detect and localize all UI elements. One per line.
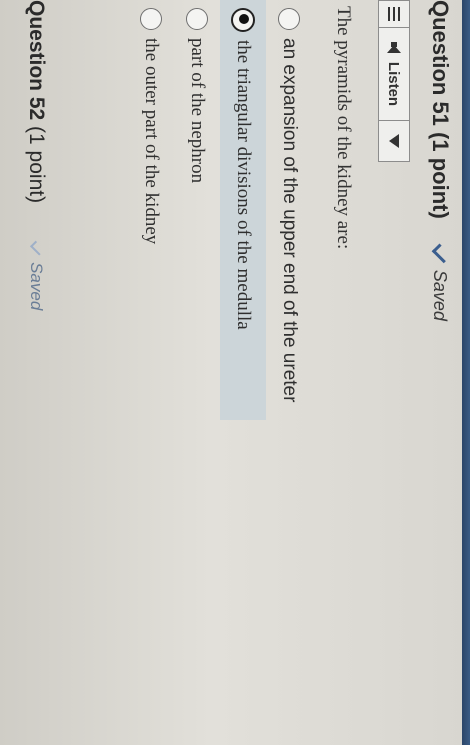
listen-dropdown-button[interactable]: [378, 120, 410, 162]
answer-option-label-2: the triangular divisions of the medulla: [233, 40, 254, 330]
answer-option-3[interactable]: part of the nephron: [174, 0, 220, 745]
question-51-points: (1 point): [428, 132, 453, 219]
quiz-page: Question 51 (1 point) Saved Listen The p…: [0, 0, 470, 745]
question-52-saved-label: Saved: [27, 262, 46, 311]
triangle-down-icon: [389, 134, 399, 148]
answer-option-label-3: part of the nephron: [187, 38, 208, 184]
question-52-header: Question 52 (1 point) Saved: [24, 0, 48, 420]
answer-option-2-selected[interactable]: the triangular divisions of the medulla: [220, 0, 266, 420]
answer-options: an expansion of the upper end of the ure…: [128, 0, 312, 745]
question-51-title: Question 51 (1 point): [427, 0, 453, 219]
checkmark-icon: [29, 240, 45, 256]
radio-button-3[interactable]: [186, 8, 208, 30]
question-52-points: (1 point): [25, 126, 48, 204]
speaker-icon: [387, 42, 401, 56]
question-51-text: The pyramids of the kidney are:: [333, 6, 354, 250]
question-52-title: Question 52 (1 point): [24, 0, 48, 203]
answer-option-label-1: an expansion of the upper end of the ure…: [279, 38, 300, 403]
menu-button[interactable]: [378, 0, 410, 27]
radio-button-2-selected[interactable]: [231, 8, 255, 32]
answer-option-4[interactable]: the outer part of the kidney: [128, 0, 174, 745]
radio-button-4[interactable]: [140, 8, 162, 30]
question-51-saved-label: Saved: [430, 269, 451, 321]
top-edge-bar: [462, 0, 470, 745]
radio-button-1[interactable]: [278, 8, 300, 30]
question-51-header: Question 51 (1 point) Saved: [420, 0, 460, 470]
answer-option-1[interactable]: an expansion of the upper end of the ure…: [266, 0, 312, 745]
question-51-saved-status: Saved: [430, 243, 453, 321]
listen-label: Listen: [385, 61, 403, 107]
listen-toolbar: Listen: [378, 0, 410, 162]
listen-button[interactable]: Listen: [378, 27, 410, 120]
hamburger-icon: [388, 7, 400, 21]
checkmark-icon: [432, 243, 453, 264]
question-52-number: Question 52: [25, 0, 48, 121]
question-52-saved-status: Saved: [26, 240, 46, 311]
question-51-number: Question 51: [428, 0, 453, 126]
answer-option-label-4: the outer part of the kidney: [141, 38, 162, 245]
